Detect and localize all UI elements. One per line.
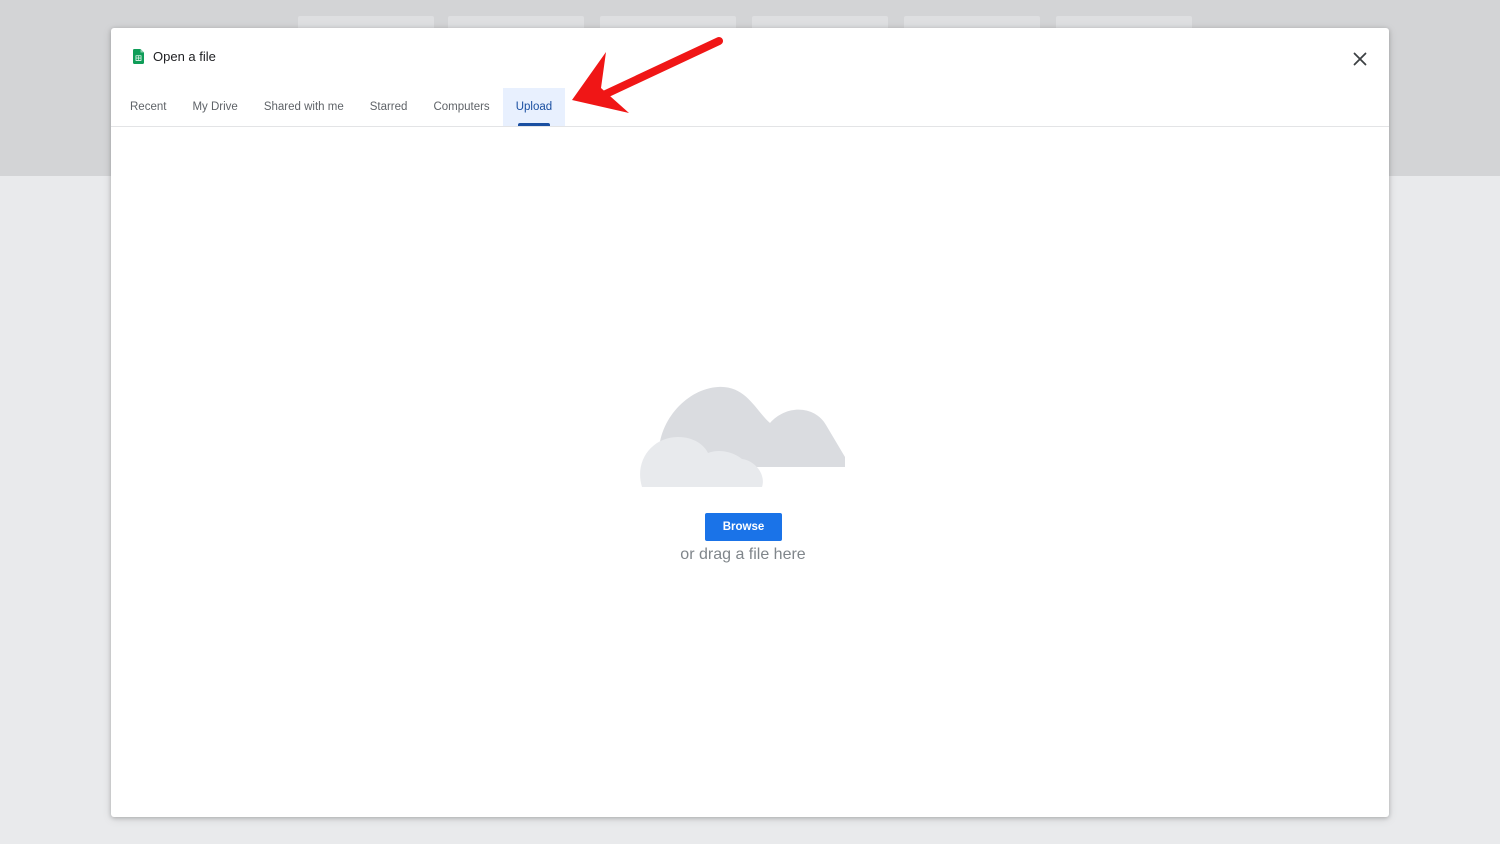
dialog-title: Open a file xyxy=(153,49,216,64)
close-button[interactable] xyxy=(1348,47,1372,71)
tab-my-drive[interactable]: My Drive xyxy=(179,88,250,126)
tab-bar: Recent My Drive Shared with me Starred C… xyxy=(117,88,566,126)
tab-shared-with-me[interactable]: Shared with me xyxy=(251,88,357,126)
open-file-dialog: Open a file Recent My Drive Shared with … xyxy=(111,28,1389,817)
dialog-header: Open a file xyxy=(111,28,1389,88)
close-icon xyxy=(1353,52,1367,66)
drag-hint-text: or drag a file here xyxy=(680,546,806,563)
tab-computers[interactable]: Computers xyxy=(420,88,502,126)
browse-button[interactable]: Browse xyxy=(705,513,782,541)
tab-recent[interactable]: Recent xyxy=(117,88,179,126)
tab-starred[interactable]: Starred xyxy=(357,88,421,126)
sheets-icon xyxy=(133,49,144,64)
upload-drop-zone[interactable]: Browse or drag a file here xyxy=(111,127,1389,817)
tab-upload[interactable]: Upload xyxy=(502,88,566,126)
cloud-icon xyxy=(640,386,845,487)
